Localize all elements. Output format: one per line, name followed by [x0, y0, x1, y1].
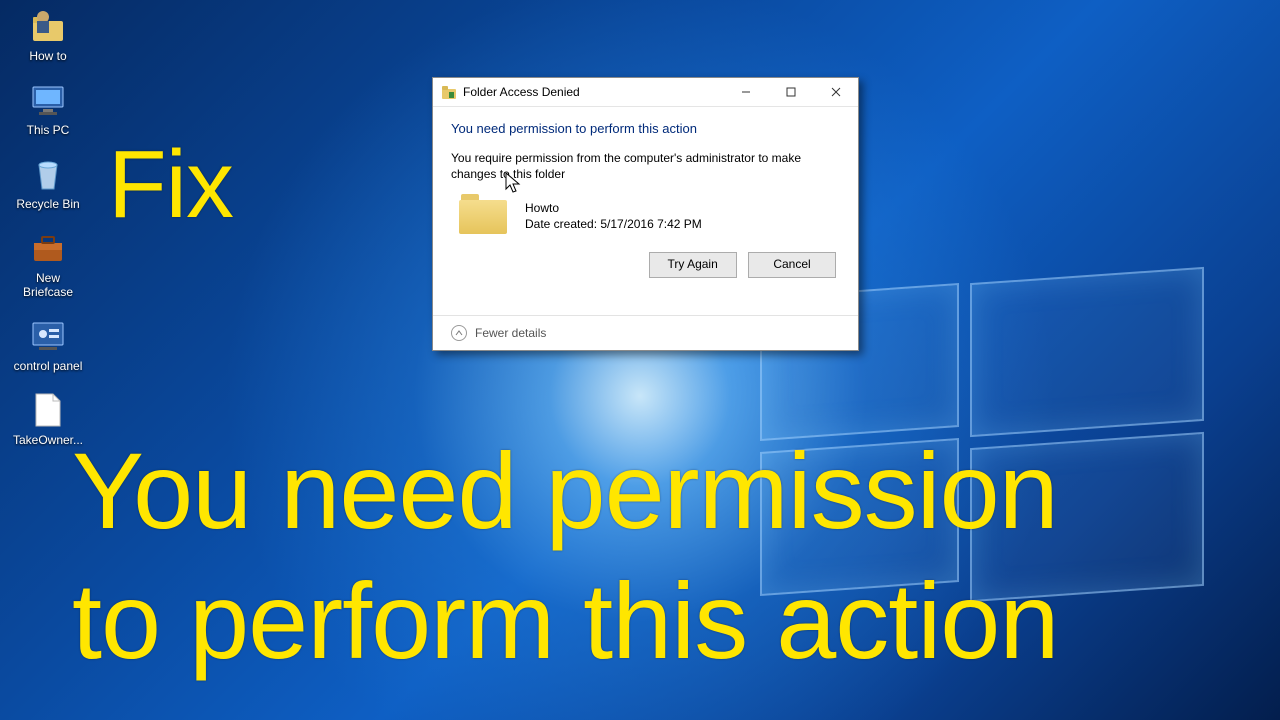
icon-label: How to — [8, 49, 88, 63]
folder-date: Date created: 5/17/2016 7:42 PM — [525, 216, 702, 232]
desktop[interactable]: How to This PC Recycle Bin New Briefcase… — [0, 0, 1280, 720]
dialog-app-icon — [441, 84, 457, 100]
overlay-text-line2: You need permission — [72, 428, 1058, 553]
desktop-icon-thispc[interactable]: This PC — [8, 80, 88, 137]
dialog-footer[interactable]: Fewer details — [433, 315, 858, 350]
control-panel-icon — [28, 316, 68, 356]
overlay-text-line3: to perform this action — [72, 558, 1058, 683]
fewer-details-label: Fewer details — [475, 326, 546, 340]
cancel-button[interactable]: Cancel — [748, 252, 836, 278]
dialog-heading: You need permission to perform this acti… — [451, 121, 840, 136]
winlogo-pane — [970, 267, 1204, 437]
try-again-button[interactable]: Try Again — [649, 252, 737, 278]
dialog-titlebar[interactable]: Folder Access Denied — [433, 78, 858, 107]
desktop-icon-howto[interactable]: How to — [8, 6, 88, 63]
recycle-bin-icon — [28, 154, 68, 194]
file-icon — [28, 390, 68, 430]
dialog-title: Folder Access Denied — [463, 78, 723, 106]
dialog-body: You need permission to perform this acti… — [433, 107, 858, 278]
dialog-message: You require permission from the computer… — [451, 150, 840, 182]
overlay-text-fix: Fix — [108, 130, 233, 240]
folder-icon — [459, 194, 507, 234]
maximize-button[interactable] — [768, 78, 813, 106]
folder-access-denied-dialog: Folder Access Denied You need permission… — [432, 77, 859, 351]
chevron-up-icon — [451, 325, 467, 341]
minimize-button[interactable] — [723, 78, 768, 106]
folder-name: Howto — [525, 200, 702, 216]
computer-icon — [28, 80, 68, 120]
icon-label: This PC — [8, 123, 88, 137]
icon-label: control panel — [8, 359, 88, 373]
desktop-icon-controlpanel[interactable]: control panel — [8, 316, 88, 373]
dialog-folder-info: Howto Date created: 5/17/2016 7:42 PM — [459, 194, 840, 234]
person-folder-icon — [28, 6, 68, 46]
close-button[interactable] — [813, 78, 858, 106]
icon-label: Recycle Bin — [8, 197, 88, 211]
briefcase-icon — [28, 228, 68, 268]
icon-label: New Briefcase — [8, 271, 88, 299]
desktop-icon-briefcase[interactable]: New Briefcase — [8, 228, 88, 299]
desktop-icon-recyclebin[interactable]: Recycle Bin — [8, 154, 88, 211]
